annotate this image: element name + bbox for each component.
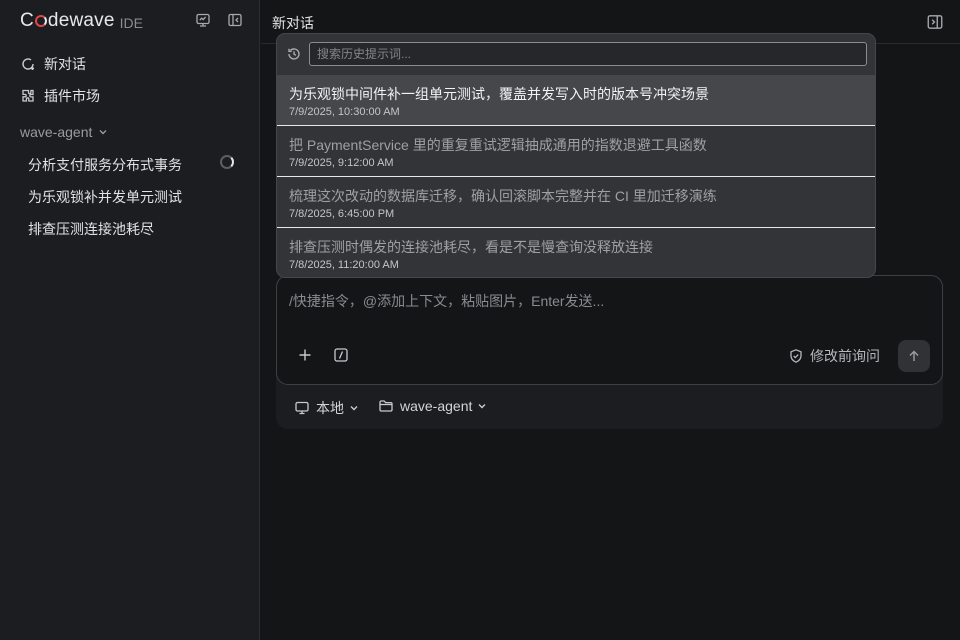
environment-label: 本地 (316, 400, 344, 416)
new-chat-icon (20, 56, 36, 72)
chevron-down-icon (98, 127, 108, 137)
conversation-item[interactable]: 分析支付服务分布式事务 (28, 155, 182, 175)
history-item-date: 7/8/2025, 6:45:00 PM (289, 208, 395, 220)
history-search-input[interactable] (309, 42, 867, 66)
conversation-item[interactable]: 为乐观锁补并发单元测试 (28, 187, 182, 207)
workspace-section-toggle[interactable]: wave-agent (20, 124, 108, 140)
history-item-title: 为乐观锁中间件补一组单元测试，覆盖并发写入时的版本号冲突场景 (289, 86, 709, 102)
environment-select[interactable]: 本地 (294, 398, 359, 418)
sidebar: Cdewave IDE 新对话 插件市场 wave-agent 分析支付服务分布… (0, 0, 260, 640)
brand-wordmark: Cdewave (20, 10, 115, 31)
send-button[interactable] (898, 340, 930, 372)
workspace-label: wave-agent (400, 398, 473, 414)
composer-placeholder[interactable]: /快捷指令，@添加上下文，粘贴图片，Enter发送... (289, 291, 604, 311)
history-item[interactable]: 把 PaymentService 里的重复重试逻辑抽成通用的指数退避工具函数 7… (277, 126, 875, 176)
history-item-date: 7/9/2025, 10:30:00 AM (289, 106, 400, 118)
review-mode-label: 修改前询问 (810, 348, 880, 364)
history-item[interactable]: 梳理这次改动的数据库迁移，确认回滚脚本完整并在 CI 里加迁移演练 7/8/20… (277, 177, 875, 227)
chevron-down-icon (349, 403, 359, 413)
conversation-item[interactable]: 排查压测连接池耗尽 (28, 219, 154, 239)
folder-icon (378, 398, 394, 414)
slash-command-button[interactable] (332, 346, 350, 364)
history-item[interactable]: 为乐观锁中间件补一组单元测试，覆盖并发写入时的版本号冲突场景 7/9/2025,… (277, 75, 875, 125)
plugin-market-button[interactable]: 插件市场 (20, 86, 100, 106)
history-item-date: 7/9/2025, 9:12:00 AM (289, 157, 394, 169)
dashboard-icon[interactable] (194, 11, 212, 29)
shield-check-icon (788, 348, 804, 364)
workspace-section-label: wave-agent (20, 124, 93, 140)
history-item-title: 把 PaymentService 里的重复重试逻辑抽成通用的指数退避工具函数 (289, 137, 707, 153)
loading-spinner-icon (220, 155, 234, 169)
review-mode-toggle[interactable]: 修改前询问 (788, 346, 880, 366)
chevron-down-icon (477, 401, 487, 411)
plugin-market-label: 插件市场 (44, 88, 100, 104)
history-icon (286, 46, 302, 62)
workspace-select[interactable]: wave-agent (378, 398, 487, 414)
history-item[interactable]: 排查压测时偶发的连接池耗尽，看是不是慢查询没释放连接 7/8/2025, 11:… (277, 228, 875, 277)
toggle-right-panel-icon[interactable] (926, 13, 944, 31)
new-chat-button[interactable]: 新对话 (20, 54, 86, 74)
prompt-history-popup: 为乐观锁中间件补一组单元测试，覆盖并发写入时的版本号冲突场景 7/9/2025,… (276, 33, 876, 278)
plugin-icon (20, 88, 36, 104)
monitor-icon (294, 400, 310, 416)
brand-logo: Cdewave IDE (20, 10, 143, 31)
history-item-date: 7/8/2025, 11:20:00 AM (289, 259, 399, 271)
collapse-sidebar-icon[interactable] (226, 11, 244, 29)
add-attachment-button[interactable] (296, 346, 314, 364)
new-chat-label: 新对话 (44, 56, 86, 72)
brand-tag: IDE (119, 14, 143, 31)
history-item-title: 梳理这次改动的数据库迁移，确认回滚脚本完整并在 CI 里加迁移演练 (289, 188, 717, 204)
history-item-title: 排查压测时偶发的连接池耗尽，看是不是慢查询没释放连接 (289, 239, 653, 255)
history-search-row (277, 34, 875, 74)
page-title: 新对话 (272, 15, 314, 31)
